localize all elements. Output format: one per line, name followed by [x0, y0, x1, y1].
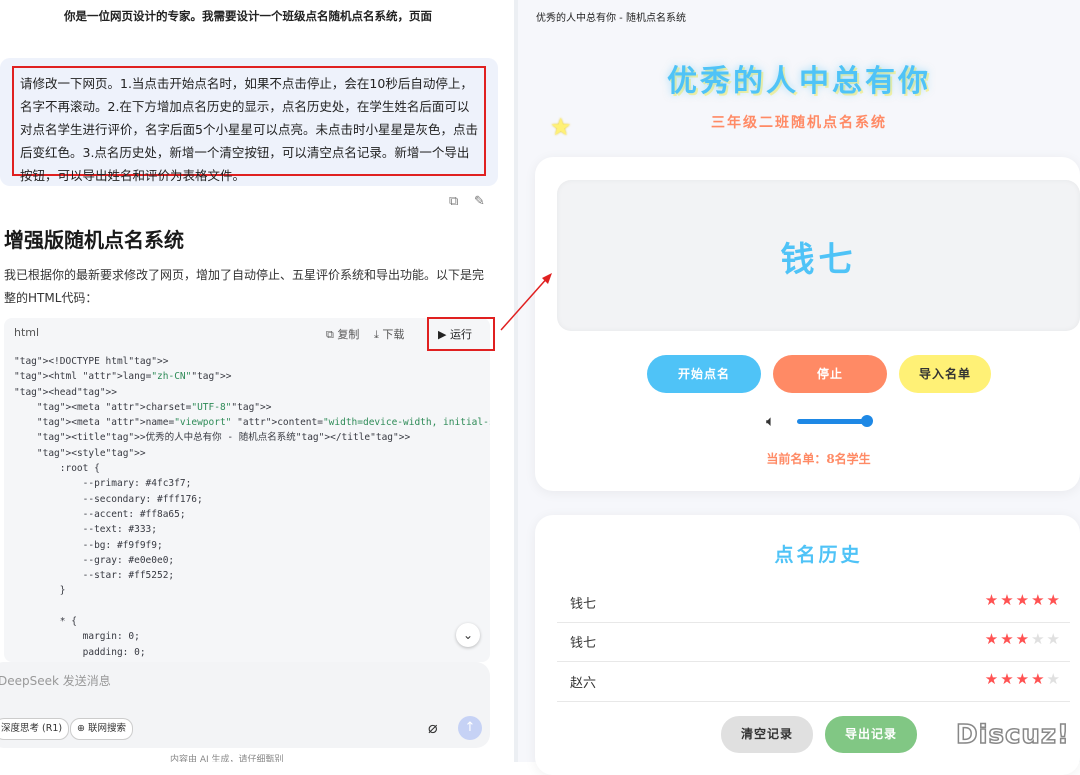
star-rating[interactable]: ★★★★★: [985, 670, 1062, 688]
code-line: --star: #ff5252;: [14, 570, 175, 582]
annotation-arrow: [500, 273, 552, 331]
code-line: margin: 0;: [14, 631, 140, 643]
code-line: "tag"><!DOCTYPE html"tag">>: [14, 356, 169, 367]
history-title: 点名历史: [774, 544, 863, 566]
code-line: "tag"><meta "attr">name="viewport" "attr…: [36, 417, 490, 429]
code-line: * {: [14, 616, 77, 628]
import-list-button[interactable]: 导入名单: [899, 355, 991, 393]
scroll-down-button[interactable]: ⌄: [456, 623, 480, 647]
copy-message-icon[interactable]: ⧉: [449, 194, 458, 209]
download-icon: ⤓: [374, 328, 379, 341]
code-line: "tag"><meta "attr">charset="UTF-8""tag">…: [36, 401, 272, 413]
web-search-toggle[interactable]: ⊕ 联网搜索: [70, 718, 134, 740]
code-line: --accent: #ff8a65;: [14, 508, 186, 520]
code-line: "tag"><title"tag">>优秀的人中总有你 - 随机点名系统"tag…: [36, 432, 411, 444]
rating-star-icon[interactable]: ★: [1000, 630, 1015, 648]
roster-count: 当前名单：8名学生: [766, 452, 871, 466]
prompt-preview: 你是一位网页设计的专家。我需要设计一个班级点名随机点名系统，页面: [64, 9, 432, 23]
app-title: 优秀的人中总有你: [667, 64, 931, 99]
answer-paragraph: 我已根据你的最新要求修改了网页，增加了自动停止、五星评价系统和导出功能。以下是完…: [4, 268, 485, 305]
rating-star-icon[interactable]: ★: [1047, 670, 1062, 688]
rating-star-icon[interactable]: ★: [1031, 630, 1046, 648]
history-row: 钱七 ★★★★★: [557, 583, 1070, 623]
code-block: html ⧉ 复制 ⤓ 下载 ▶ 运行 "tag"><!DOCTYPE html…: [4, 318, 490, 662]
rating-star-icon[interactable]: ★: [1016, 591, 1031, 609]
rating-star-icon[interactable]: ★: [985, 591, 1000, 609]
rating-star-icon[interactable]: ★: [1047, 630, 1062, 648]
export-history-button[interactable]: 导出记录: [825, 716, 917, 753]
rating-star-icon[interactable]: ★: [1031, 591, 1046, 609]
rating-star-icon[interactable]: ★: [985, 630, 1000, 648]
history-name: 赵六: [570, 676, 597, 691]
code-line: "tag"><html "attr">lang="zh-CN""tag">>: [14, 371, 232, 383]
download-label: 下载: [382, 328, 405, 341]
chat-panel: 你是一位网页设计的专家。我需要设计一个班级点名随机点名系统，页面 请修改一下网页…: [0, 0, 514, 762]
preview-tab-title: 优秀的人中总有你 - 随机点名系统: [536, 13, 686, 24]
code-line: --text: #333;: [14, 524, 157, 536]
code-line: --primary: #4fc3f7;: [14, 478, 192, 490]
volume-slider[interactable]: [797, 419, 869, 424]
start-rollcall-button[interactable]: 开始点名: [647, 355, 761, 393]
rating-star-icon[interactable]: ★: [1000, 591, 1015, 609]
rating-star-icon[interactable]: ★: [1047, 591, 1062, 609]
star-icon: ★: [550, 113, 572, 141]
copy-icon: ⧉: [326, 328, 334, 341]
code-line: --secondary: #fff176;: [14, 493, 203, 505]
stop-button[interactable]: 停止: [773, 355, 887, 393]
message-input-placeholder: DeepSeek 发送消息: [0, 674, 111, 688]
rating-star-icon[interactable]: ★: [985, 670, 1000, 688]
code-line: --gray: #e0e0e0;: [14, 554, 175, 566]
star-rating[interactable]: ★★★★★: [985, 591, 1062, 609]
deep-think-toggle[interactable]: 深度思考 (R1): [0, 718, 70, 740]
attach-icon[interactable]: ⌀: [428, 718, 438, 737]
arrow-up-icon: ↑: [464, 720, 476, 735]
rating-star-icon[interactable]: ★: [1016, 670, 1031, 688]
rating-star-icon[interactable]: ★: [1031, 670, 1046, 688]
edit-message-icon[interactable]: ✎: [474, 194, 485, 209]
web-search-label: 联网搜索: [88, 723, 127, 734]
run-highlight-box: [427, 317, 495, 351]
volume-slider-knob[interactable]: [861, 415, 873, 427]
code-line: :root {: [14, 463, 100, 475]
history-name: 钱七: [570, 636, 597, 651]
rating-star-icon[interactable]: ★: [1016, 630, 1031, 648]
download-code-button[interactable]: ⤓ 下载: [374, 326, 404, 342]
current-name: 钱七: [780, 240, 857, 280]
history-name: 钱七: [570, 597, 597, 612]
code-content: "tag"><!DOCTYPE html"tag">> "tag"><html "…: [14, 354, 490, 660]
rating-star-icon[interactable]: ★: [1000, 670, 1015, 688]
star-rating[interactable]: ★★★★★: [985, 630, 1062, 648]
code-line: }: [14, 585, 66, 597]
code-line: --bg: #f9f9f9;: [14, 539, 163, 551]
chevron-down-icon: ⌄: [462, 628, 474, 642]
history-row: 钱七 ★★★★★: [557, 622, 1070, 662]
code-header: html ⧉ 复制 ⤓ 下载 ▶ 运行: [4, 318, 490, 348]
app-subtitle: 三年级二班随机点名系统: [711, 115, 887, 131]
history-row: 赵六 ★★★★★: [557, 662, 1070, 702]
user-request-text: 请修改一下网页。1.当点击开始点名时，如果不点击停止，会在10秒后自动停上，名字…: [12, 66, 486, 183]
ai-disclaimer: 内容由 AI 生成，请仔细甄别: [170, 755, 284, 762]
globe-icon: ⊕: [77, 723, 85, 734]
send-button[interactable]: ↑: [458, 716, 482, 740]
code-line: "tag"><head"tag">>: [14, 386, 117, 398]
volume-icon[interactable]: 🔈︎: [766, 412, 775, 430]
code-line: "tag"><style"tag">>: [36, 447, 146, 459]
answer-heading: 增强版随机点名系统: [4, 228, 184, 252]
copy-label: 复制: [337, 328, 360, 341]
watermark-logo: Discuz!: [955, 719, 1070, 751]
clear-history-button[interactable]: 清空记录: [721, 716, 813, 753]
code-line: padding: 0;: [14, 646, 146, 658]
copy-code-button[interactable]: ⧉ 复制: [326, 326, 359, 342]
code-language: html: [14, 326, 40, 339]
